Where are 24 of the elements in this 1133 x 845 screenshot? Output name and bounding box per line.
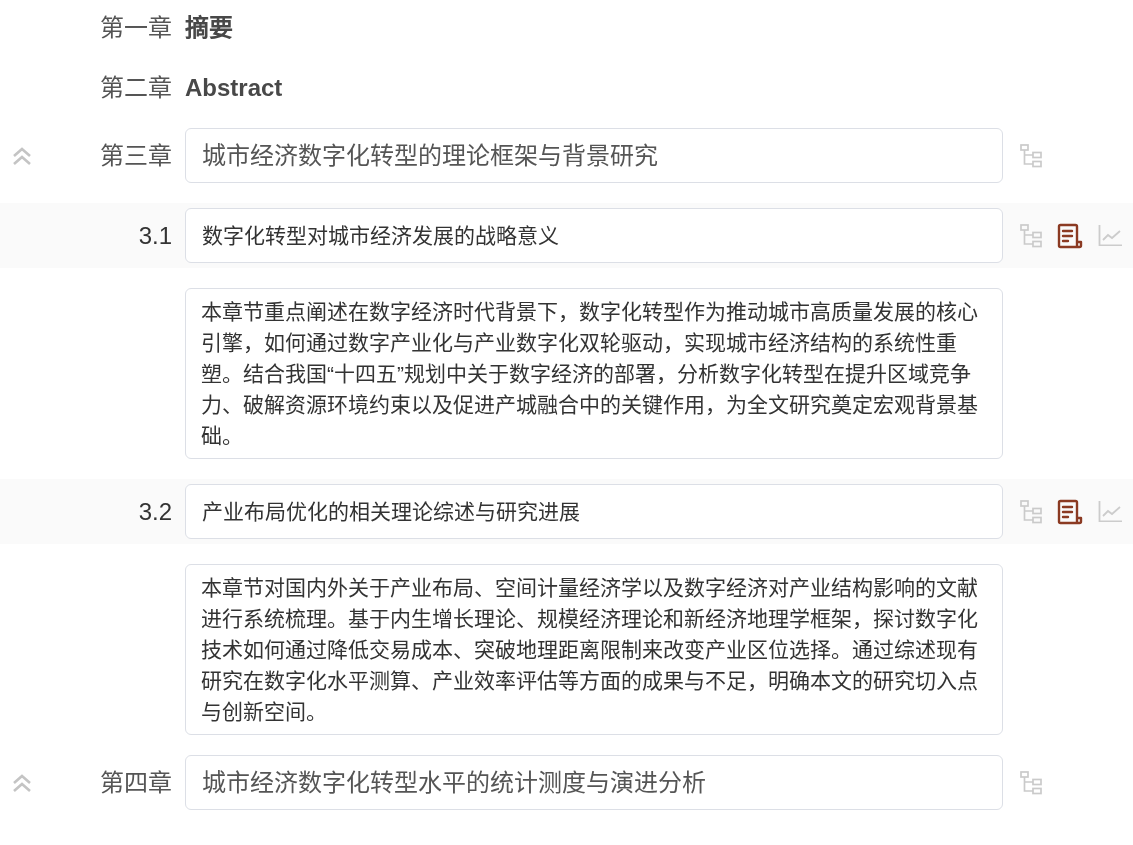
chapter-label: 第三章 (100, 140, 172, 171)
chapter-label: 第四章 (100, 767, 172, 798)
section-title-field[interactable]: 产业布局优化的相关理论综述与研究进展 (185, 484, 1003, 539)
section-number: 3.2 (138, 496, 172, 527)
double-chevron-up-icon[interactable] (12, 773, 32, 792)
chapter-label: 第一章 (100, 13, 172, 43)
chapter-title-field[interactable]: 城市经济数字化转型水平的统计测度与演进分析 (185, 755, 1003, 810)
chapter-title: 摘要 (185, 13, 233, 43)
tree-structure-icon[interactable] (1020, 770, 1042, 795)
double-chevron-up-icon[interactable] (12, 146, 32, 165)
section-number: 3.1 (138, 220, 172, 251)
section-title-field[interactable]: 数字化转型对城市经济发展的战略意义 (185, 208, 1003, 263)
summary-field[interactable]: 本章节对国内外关于产业布局、空间计量经济学以及数字经济对产业结构影响的文献进行系统梳理。基于内生增长理论、规模经济理论和新经济地理学框架，探讨数字化技术如何通过降低交易成本、突破地理距离限制来改变产业区位选择。通过综述现有研究在数字化水平测算、产业效率评估等方面的成果与不足，明确本文的研究切入点与创新空间。 (185, 564, 1003, 735)
line-chart-icon[interactable] (1098, 225, 1122, 246)
chapter-label: 第二章 (100, 73, 172, 103)
line-chart-icon[interactable] (1098, 501, 1122, 522)
tree-structure-icon[interactable] (1020, 143, 1042, 168)
tree-structure-icon[interactable] (1020, 223, 1042, 248)
document-icon[interactable] (1057, 498, 1083, 525)
tree-structure-icon[interactable] (1020, 499, 1042, 524)
summary-field[interactable]: 本章节重点阐述在数字经济时代背景下，数字化转型作为推动城市高质量发展的核心引擎，如何通过数字产业化与产业数字化双轮驱动，实现城市经济结构的系统性重塑。结合我国“十四五”规划中关于数字经济的部署，分析数字化转型在提升区域竞争力、破解资源环境约束以及促进产城融合中的关键作用，为全文研究奠定宏观背景基础。 (185, 288, 1003, 459)
chapter-title-field[interactable]: 城市经济数字化转型的理论框架与背景研究 (185, 128, 1003, 183)
document-icon[interactable] (1057, 222, 1083, 249)
chapter-title: Abstract (185, 73, 283, 103)
